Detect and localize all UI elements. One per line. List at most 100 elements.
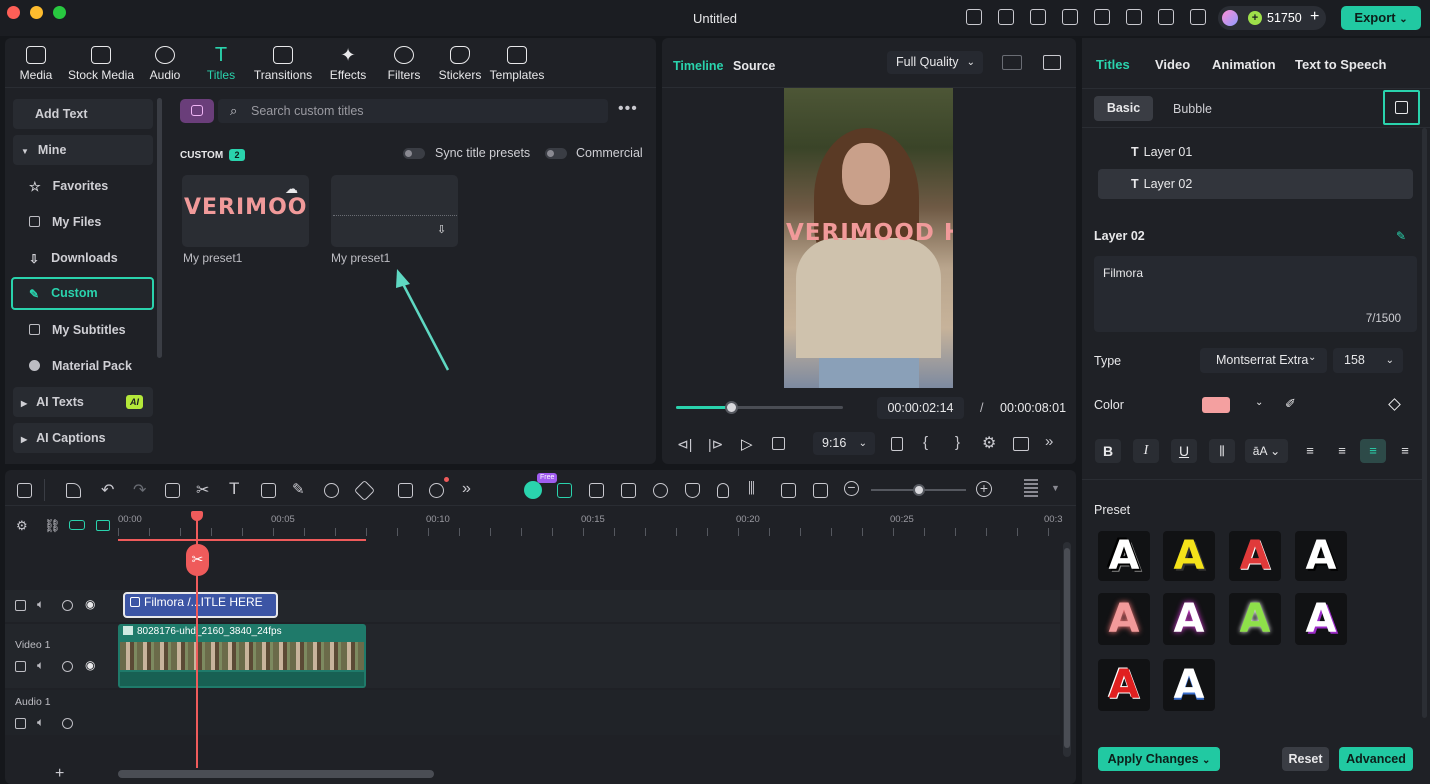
mark-in-icon[interactable]: {	[923, 434, 928, 451]
font-size-select[interactable]: 158 ⌄	[1333, 348, 1403, 373]
preset-yellow[interactable]: A	[1163, 531, 1215, 581]
preset-green-glow[interactable]: A	[1229, 593, 1281, 645]
track-height-icon[interactable]	[1024, 479, 1038, 499]
commercial-toggle[interactable]	[545, 148, 567, 159]
italic-button[interactable]: I	[1133, 439, 1159, 463]
credits-pill[interactable]: + 51750 +	[1218, 6, 1326, 30]
chevron-down-icon[interactable]: ▼	[1051, 483, 1060, 493]
sidebar-item-downloads[interactable]: ⇩ Downloads	[13, 243, 153, 273]
speed-timer-icon[interactable]	[324, 483, 339, 498]
save-preset-button[interactable]	[1383, 90, 1420, 125]
tab-source[interactable]: Source	[733, 59, 775, 73]
split-screen-icon[interactable]	[589, 483, 604, 498]
eye-icon[interactable]: ◉	[85, 658, 95, 672]
tab-effects[interactable]: ✦ Effects	[325, 44, 371, 82]
underline-button[interactable]: U	[1171, 439, 1197, 463]
transition-icon[interactable]	[621, 483, 636, 498]
chevron-down-icon[interactable]: ⌄	[1255, 397, 1263, 408]
reset-button[interactable]: Reset	[1282, 747, 1329, 771]
speaker-icon[interactable]: 🔈︎	[37, 658, 44, 673]
tab-filters[interactable]: Filters	[381, 44, 427, 82]
apps-grid-icon[interactable]	[1190, 9, 1206, 25]
tab-text-to-speech[interactable]: Text to Speech	[1295, 57, 1387, 72]
ai-captions-group[interactable]: ▶ AI Captions	[13, 423, 153, 453]
preset-purple-shadow[interactable]: A	[1295, 593, 1347, 645]
grid-view-icon[interactable]	[1002, 55, 1022, 70]
preset-red-outline[interactable]: A	[1098, 659, 1150, 711]
tab-transitions[interactable]: Transitions	[251, 44, 315, 82]
camera-snapshot-icon[interactable]	[1013, 437, 1029, 451]
layer-item-1[interactable]: T Layer 01	[1131, 145, 1192, 159]
snapshot-view-icon[interactable]	[1043, 55, 1061, 70]
mine-group[interactable]: ▼ Mine	[13, 135, 153, 165]
speaker-icon[interactable]: 🔈︎	[37, 715, 44, 730]
tab-timeline[interactable]: Timeline	[673, 59, 723, 73]
microphone-icon[interactable]	[717, 483, 729, 498]
align-left-icon[interactable]: ≡	[1297, 439, 1323, 463]
auto-ripple-icon[interactable]	[96, 520, 110, 531]
fit-timeline-icon[interactable]	[813, 483, 828, 498]
detach-audio-icon[interactable]	[781, 483, 796, 498]
snap-icon[interactable]	[557, 483, 572, 498]
ai-copilot-icon[interactable]	[524, 481, 542, 499]
preset-magenta-glow[interactable]: A	[1163, 593, 1215, 645]
lock-icon[interactable]	[15, 661, 26, 672]
preset-blue-split[interactable]: A	[1163, 659, 1215, 711]
work-area-bar[interactable]	[118, 539, 366, 541]
lock-icon[interactable]	[15, 718, 26, 729]
title-library-icon[interactable]	[180, 99, 214, 123]
timeline-horizontal-scrollbar[interactable]	[118, 770, 434, 778]
settings-gear-icon[interactable]: ⚙	[982, 433, 996, 453]
stop-icon[interactable]	[772, 437, 785, 450]
sidebar-item-favorites[interactable]: ☆ Favorites	[13, 171, 153, 201]
subtab-basic[interactable]: Basic	[1094, 96, 1153, 121]
eyedropper-icon[interactable]: ✐	[1285, 396, 1296, 412]
next-frame-icon[interactable]: |⊳	[708, 436, 723, 453]
cloud-upload-icon[interactable]: ☁	[285, 181, 298, 197]
tab-audio[interactable]: Audio	[145, 44, 185, 82]
sidebar-item-my-files[interactable]: My Files	[13, 207, 153, 237]
more-controls-icon[interactable]: »	[1045, 433, 1053, 450]
text-tool-icon[interactable]: T	[229, 479, 239, 499]
advanced-button[interactable]: Advanced	[1339, 747, 1413, 771]
split-scissors-icon[interactable]: ✂	[186, 544, 209, 576]
play-icon[interactable]: ▷	[741, 435, 753, 453]
aspect-ratio-select[interactable]: 9:16 ⌄	[813, 432, 875, 455]
redo-icon[interactable]: ↷	[133, 480, 146, 500]
render-preview-icon[interactable]	[891, 437, 903, 451]
current-time[interactable]: 00:00:02:14	[877, 397, 964, 419]
tab-stock-media[interactable]: Stock Media	[65, 44, 137, 82]
preset-thumbnail-1[interactable]: VERIMOOD H ☁	[182, 175, 309, 247]
cloud-upload-icon[interactable]	[1126, 9, 1142, 25]
previous-frame-icon[interactable]: ⊲|	[677, 436, 692, 453]
speaker-icon[interactable]: 🔈︎	[37, 597, 44, 612]
title-text-input[interactable]: Filmora 7/1500	[1094, 256, 1417, 332]
title-overlay-text[interactable]: VERIMOOD H	[786, 220, 953, 246]
motion-icon[interactable]	[653, 483, 668, 498]
video-clip[interactable]: 8028176-uhd_2160_3840_24fps	[118, 624, 366, 688]
preset-white-outline[interactable]: A	[1098, 531, 1150, 581]
zoom-in-icon[interactable]: +	[976, 481, 992, 497]
more-tools-icon[interactable]: »	[462, 480, 471, 498]
mark-out-icon[interactable]: }	[955, 434, 960, 451]
tab-templates[interactable]: Templates	[487, 44, 547, 82]
line-spacing-button[interactable]: ⫼	[1209, 439, 1235, 463]
text-case-button[interactable]: āA ⌄	[1245, 439, 1288, 463]
more-options-icon[interactable]: •••	[618, 100, 638, 118]
sidebar-item-custom[interactable]: ✎ Custom	[11, 277, 154, 310]
audio-mixer-icon[interactable]: ⫼	[748, 480, 755, 497]
text-color-swatch[interactable]	[1202, 397, 1230, 413]
sidebar-item-material-pack[interactable]: Material Pack	[13, 351, 153, 381]
support-icon[interactable]	[1158, 9, 1174, 25]
unlink-icon[interactable]: ⛓	[44, 518, 61, 534]
props-scrollbar[interactable]	[1422, 128, 1427, 718]
delete-icon[interactable]	[165, 483, 180, 498]
mute-track-icon[interactable]	[62, 600, 73, 611]
undo-icon[interactable]: ↶	[101, 480, 114, 500]
quality-select[interactable]: Full Quality ⌄	[887, 51, 983, 74]
send-icon[interactable]	[998, 9, 1014, 25]
mute-track-icon[interactable]	[62, 661, 73, 672]
paint-icon[interactable]: ✎	[292, 480, 305, 498]
align-justify-icon[interactable]: ≡	[1392, 439, 1418, 463]
zoom-out-icon[interactable]: −	[844, 480, 859, 496]
